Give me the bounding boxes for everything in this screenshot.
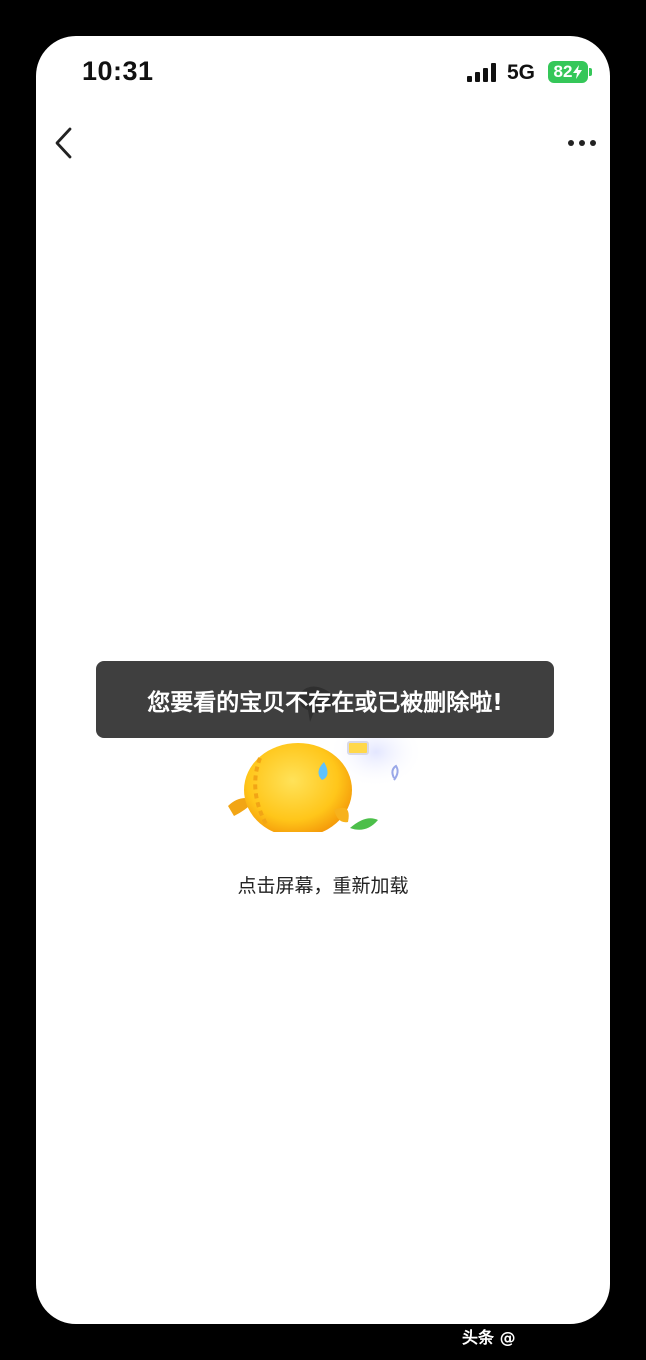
phone-screen: 10:31 5G 82 点击屏幕，重新加载 您要看的宝贝不存在或已被删除啦! — [36, 36, 610, 1324]
more-options-button[interactable] — [560, 121, 604, 165]
charging-bolt-icon — [573, 65, 583, 79]
status-time: 10:31 — [82, 56, 154, 86]
watermark: 头条 @ — [462, 1328, 516, 1347]
status-bar: 10:31 5G 82 — [36, 36, 610, 116]
chevron-left-icon — [55, 127, 72, 159]
back-button[interactable] — [44, 121, 84, 165]
more-horizontal-icon — [568, 140, 574, 146]
battery-level: 82 — [553, 62, 573, 81]
error-toast: 您要看的宝贝不存在或已被删除啦! — [96, 661, 554, 738]
network-type: 5G — [507, 61, 536, 84]
toast-message: 您要看的宝贝不存在或已被删除啦! — [147, 689, 503, 716]
cellular-signal-icon — [467, 63, 496, 82]
battery-icon: 82 — [548, 61, 588, 83]
battery-cap — [589, 68, 592, 76]
reload-hint-text: 点击屏幕，重新加载 — [237, 875, 409, 897]
nav-bar — [36, 121, 610, 165]
